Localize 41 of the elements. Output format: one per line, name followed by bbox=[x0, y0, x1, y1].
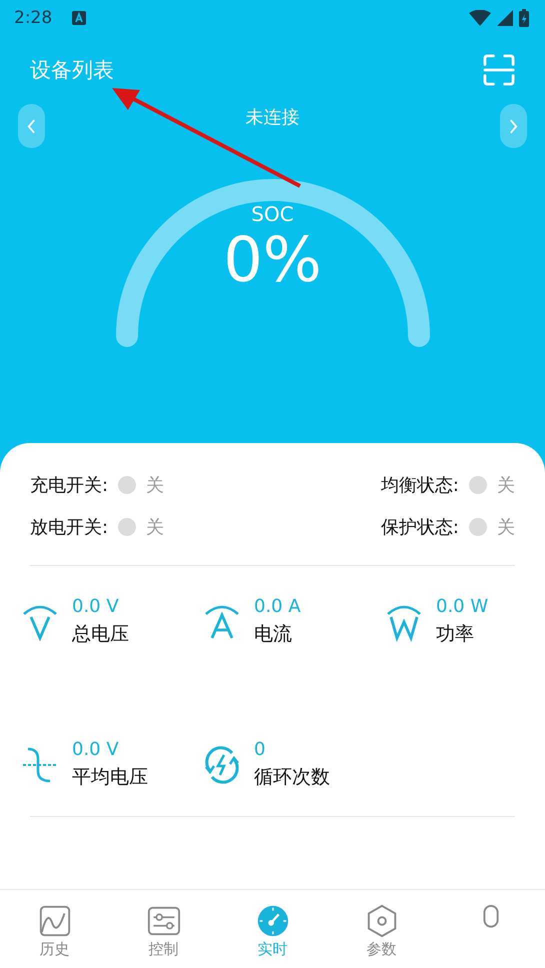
next-button[interactable] bbox=[500, 104, 527, 148]
wifi-icon bbox=[469, 10, 491, 26]
nav-tab[interactable]: 控制 bbox=[109, 890, 218, 968]
wave-icon bbox=[22, 745, 58, 785]
metric-value: 0.0 V bbox=[72, 739, 120, 760]
connection-status: 未连接 bbox=[246, 106, 300, 129]
switch-state: 关 bbox=[146, 474, 164, 497]
nav-tab[interactable]: 历史 bbox=[0, 890, 109, 968]
battery-icon bbox=[519, 9, 529, 27]
switch-state: 关 bbox=[497, 474, 515, 497]
status-time: 2:28 bbox=[14, 8, 52, 28]
switch-label: 放电开关: bbox=[30, 516, 108, 539]
metric-label: 循环次数 bbox=[254, 765, 330, 790]
switch-state: 关 bbox=[497, 516, 515, 539]
previous-button[interactable] bbox=[18, 104, 45, 148]
metric-label: 总电压 bbox=[72, 622, 129, 647]
dial-icon bbox=[256, 904, 290, 938]
nav-tab[interactable]: 参数 bbox=[327, 890, 436, 968]
gauge-value: 0% bbox=[223, 226, 322, 294]
notification-icon bbox=[72, 11, 86, 25]
metric-label: 平均电压 bbox=[72, 765, 148, 790]
signal-icon bbox=[497, 10, 513, 26]
switch-label: 保护状态: bbox=[380, 516, 459, 539]
header-title[interactable]: 设备列表 bbox=[30, 56, 114, 84]
chevron-right-icon bbox=[509, 118, 518, 134]
sliders-icon bbox=[146, 904, 180, 938]
switch-label: 均衡状态: bbox=[380, 474, 459, 497]
gauge-label: SOC bbox=[251, 202, 294, 226]
metric-label: 功率 bbox=[436, 622, 475, 647]
nav-tab[interactable]: 实时 bbox=[218, 890, 327, 968]
metric-label: 电流 bbox=[254, 622, 293, 647]
chevron-left-icon bbox=[27, 118, 36, 134]
chart-icon bbox=[38, 904, 72, 938]
switch-label: 充电开关: bbox=[30, 474, 108, 497]
metric-value: 0 bbox=[254, 739, 266, 760]
metric-value: 0.0 V bbox=[72, 596, 120, 617]
scan-icon[interactable] bbox=[483, 54, 515, 86]
cycle-icon bbox=[204, 745, 240, 785]
switch-state: 关 bbox=[146, 516, 164, 539]
metric-value: 0.0 A bbox=[254, 596, 301, 617]
metric-value: 0.0 W bbox=[436, 596, 488, 617]
